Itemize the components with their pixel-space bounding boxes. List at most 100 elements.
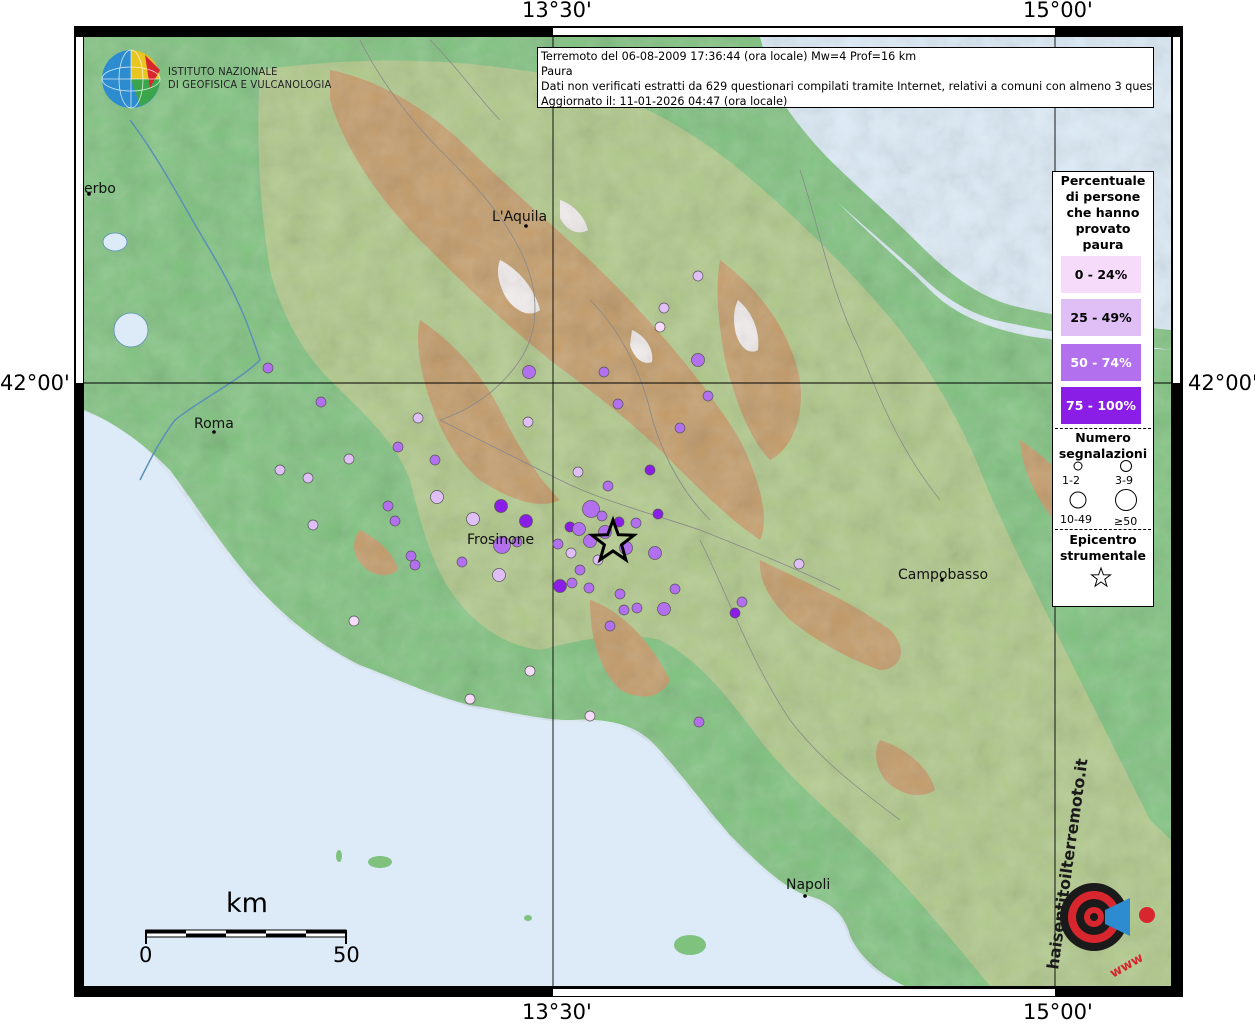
logo-line-2: DI GEOFISICA E VULCANOLOGIA <box>168 78 332 91</box>
survey-point[interactable] <box>693 716 705 728</box>
survey-point[interactable] <box>658 302 670 314</box>
legend-class-50-74: 50 - 74% <box>1061 344 1141 381</box>
survey-point[interactable] <box>524 665 536 677</box>
survey-point[interactable] <box>522 416 534 428</box>
survey-point[interactable] <box>574 564 586 576</box>
city-label-campobasso: Campobasso <box>898 567 989 583</box>
survey-point[interactable] <box>552 538 564 550</box>
legend-title: Percentuale di persone che hanno provato… <box>1053 172 1153 253</box>
survey-point[interactable] <box>302 472 314 484</box>
survey-point[interactable] <box>702 390 714 402</box>
survey-point[interactable] <box>584 710 596 722</box>
scale-end: 50 <box>333 943 360 967</box>
survey-point[interactable] <box>630 517 642 529</box>
survey-point[interactable] <box>657 602 671 616</box>
bottom-axis-label-right: 15°00' <box>1023 1000 1093 1024</box>
survey-point[interactable] <box>430 490 444 504</box>
survey-point[interactable] <box>691 353 705 367</box>
survey-point[interactable] <box>736 596 748 608</box>
legend-count-title-line: Numero <box>1075 430 1131 445</box>
survey-point[interactable] <box>669 583 681 595</box>
survey-point[interactable] <box>572 522 586 536</box>
survey-point[interactable] <box>644 464 656 476</box>
legend-count-1-2: 1-2 <box>1062 474 1080 487</box>
city-label-laquila: L'Aquila <box>492 209 548 225</box>
survey-point[interactable] <box>648 546 662 560</box>
survey-point[interactable] <box>494 499 508 513</box>
survey-point[interactable] <box>343 453 355 465</box>
city-label-viterbo: erbo <box>84 181 116 197</box>
survey-point[interactable] <box>456 556 468 568</box>
bottom-axis-label-left: 13°30' <box>522 1000 592 1024</box>
survey-point[interactable] <box>602 480 614 492</box>
survey-point[interactable] <box>565 547 577 559</box>
survey-point[interactable] <box>793 558 805 570</box>
survey-point[interactable] <box>583 582 595 594</box>
survey-point[interactable] <box>566 577 578 589</box>
survey-point[interactable] <box>522 365 536 379</box>
survey-point[interactable] <box>274 464 286 476</box>
survey-point[interactable] <box>652 508 664 520</box>
legend-title-line: che hanno <box>1066 205 1140 220</box>
legend-count-10-49: 10-49 <box>1060 513 1092 526</box>
legend-epicenter-line: Epicentro <box>1069 532 1137 547</box>
survey-point[interactable] <box>262 362 274 374</box>
survey-point[interactable] <box>307 519 319 531</box>
event-line-2: Paura <box>541 65 573 78</box>
event-line-4: Aggiornato il: 11-01-2026 04:47 (ora loc… <box>541 95 788 108</box>
survey-point[interactable] <box>572 466 584 478</box>
survey-point[interactable] <box>389 515 401 527</box>
event-line-1: Terremoto del 06-08-2009 17:36:44 (ora l… <box>541 50 917 63</box>
ingv-globe-icon <box>101 49 161 109</box>
scale-start: 0 <box>139 943 153 967</box>
legend-separator <box>1055 428 1151 429</box>
top-axis-label-right: 15°00' <box>1023 0 1093 22</box>
logo-line-1: ISTITUTO NAZIONALE <box>168 65 278 78</box>
city-label-roma: Roma <box>194 416 234 432</box>
island-ischia <box>674 935 706 955</box>
city-label-frosinone: Frosinone <box>467 532 535 548</box>
survey-point[interactable] <box>692 270 704 282</box>
survey-point[interactable] <box>412 412 424 424</box>
lake-bolsena <box>113 312 149 348</box>
event-line-3: Dati non verificati estratti da 629 ques… <box>541 80 1154 93</box>
survey-point[interactable] <box>553 579 567 593</box>
survey-point[interactable] <box>392 441 404 453</box>
legend-count-symbols <box>1069 460 1137 511</box>
survey-point[interactable] <box>405 550 417 562</box>
legend-separator <box>1055 529 1151 530</box>
survey-point[interactable] <box>429 454 441 466</box>
survey-point[interactable] <box>612 398 624 410</box>
survey-point[interactable] <box>315 396 327 408</box>
legend-class-0-24: 0 - 24% <box>1061 256 1141 293</box>
survey-point[interactable] <box>466 512 480 526</box>
legend-class-25-49: 25 - 49% <box>1061 299 1141 336</box>
survey-point[interactable] <box>674 422 686 434</box>
survey-point[interactable] <box>409 559 421 571</box>
legend-class-75-100: 75 - 100% <box>1061 387 1141 424</box>
survey-point[interactable] <box>519 514 533 528</box>
survey-point[interactable] <box>618 604 630 616</box>
right-axis-label: 42°00' <box>1188 371 1255 395</box>
top-axis-label-left: 13°30' <box>522 0 592 22</box>
ingv-logo-text: ISTITUTO NAZIONALE DI GEOFISICA E VULCAN… <box>168 65 331 91</box>
survey-point[interactable] <box>596 510 608 522</box>
survey-point[interactable] <box>729 607 741 619</box>
legend-title-line: di persone <box>1065 189 1141 204</box>
survey-point[interactable] <box>598 366 610 378</box>
survey-point[interactable] <box>654 321 666 333</box>
legend-epicenter-title: Epicentro strumentale <box>1053 532 1153 564</box>
legend-count-50: ≥50 <box>1114 515 1138 528</box>
survey-point[interactable] <box>464 693 476 705</box>
survey-point[interactable] <box>614 588 626 600</box>
survey-point[interactable] <box>492 568 506 582</box>
survey-point[interactable] <box>631 602 643 614</box>
survey-point[interactable] <box>382 500 394 512</box>
star-icon <box>1090 566 1112 588</box>
survey-point[interactable] <box>604 620 616 632</box>
island-ponza <box>368 856 392 868</box>
lake-vico <box>102 232 128 252</box>
survey-point[interactable] <box>348 615 360 627</box>
city-label-napoli: Napoli <box>786 877 831 893</box>
legend-count-3-9: 3-9 <box>1115 474 1133 487</box>
